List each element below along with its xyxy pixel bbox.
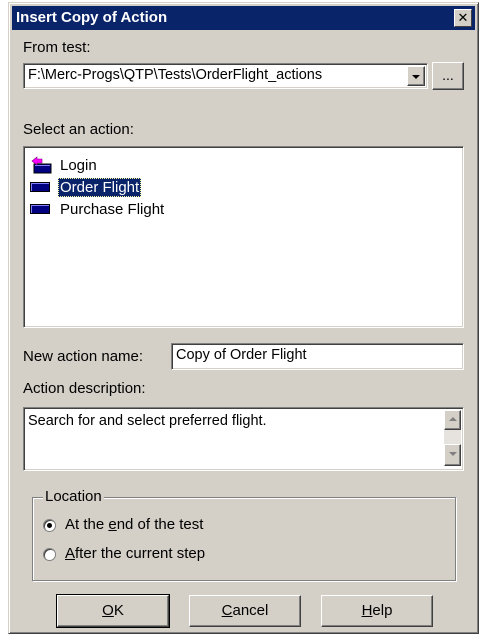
scroll-up-button[interactable] [444, 410, 461, 430]
action-description-textarea[interactable]: Search for and select preferred flight. [23, 407, 464, 471]
scrollbar-track[interactable] [444, 430, 461, 444]
ok-button[interactable]: OK [56, 594, 170, 628]
cancel-button[interactable]: Cancel [189, 595, 301, 627]
action-icon [30, 204, 50, 214]
insert-copy-of-action-dialog: Insert Copy of Action ✕ From test: F:\Me… [8, 2, 479, 634]
radio-after-current-step[interactable]: After the current step [43, 545, 343, 565]
action-label: Purchase Flight [60, 201, 165, 218]
action-list[interactable]: Login Order Flight Purchase Flight [23, 146, 464, 328]
radio-end-of-test-label: At the end of the test [65, 516, 204, 533]
radio-button[interactable] [43, 519, 56, 532]
action-label: Order Flight [58, 178, 142, 197]
location-legend: Location [43, 488, 104, 505]
scroll-down-icon [448, 452, 457, 456]
radio-after-current-step-label: After the current step [65, 545, 206, 562]
action-label: Login [60, 157, 97, 174]
scroll-down-button[interactable] [444, 444, 461, 466]
browse-button-label: ... [442, 67, 454, 83]
close-icon: ✕ [457, 10, 469, 25]
help-button-label: Help [361, 602, 393, 619]
from-test-combobox[interactable]: F:\Merc-Progs\QTP\Tests\OrderFlight_acti… [23, 63, 428, 89]
action-description-value: Search for and select preferred flight. [28, 413, 267, 429]
dialog-title: Insert Copy of Action [16, 9, 168, 26]
chevron-down-icon [412, 75, 420, 79]
location-group: Location At the end of the test After th… [32, 488, 456, 581]
close-button[interactable]: ✕ [454, 9, 472, 27]
browse-button[interactable]: ... [432, 62, 464, 90]
new-action-name-label: New action name: [23, 348, 144, 365]
reusable-action-icon [31, 156, 52, 174]
select-action-label: Select an action: [23, 121, 134, 138]
action-description-label: Action description: [23, 380, 146, 397]
from-test-label: From test: [23, 39, 91, 56]
new-action-name-input[interactable]: Copy of Order Flight [171, 343, 464, 370]
radio-end-of-test[interactable]: At the end of the test [43, 516, 343, 536]
from-test-dropdown-button[interactable] [407, 66, 425, 86]
from-test-value: F:\Merc-Progs\QTP\Tests\OrderFlight_acti… [28, 67, 323, 83]
radio-button[interactable] [43, 548, 56, 561]
action-icon [30, 182, 50, 192]
cancel-button-label: Cancel [221, 602, 269, 619]
ok-button-label: OK [102, 602, 124, 619]
title-bar: Insert Copy of Action ✕ [12, 6, 475, 30]
scroll-up-icon [448, 417, 457, 421]
new-action-name-value: Copy of Order Flight [176, 347, 307, 363]
help-button[interactable]: Help [321, 595, 433, 627]
